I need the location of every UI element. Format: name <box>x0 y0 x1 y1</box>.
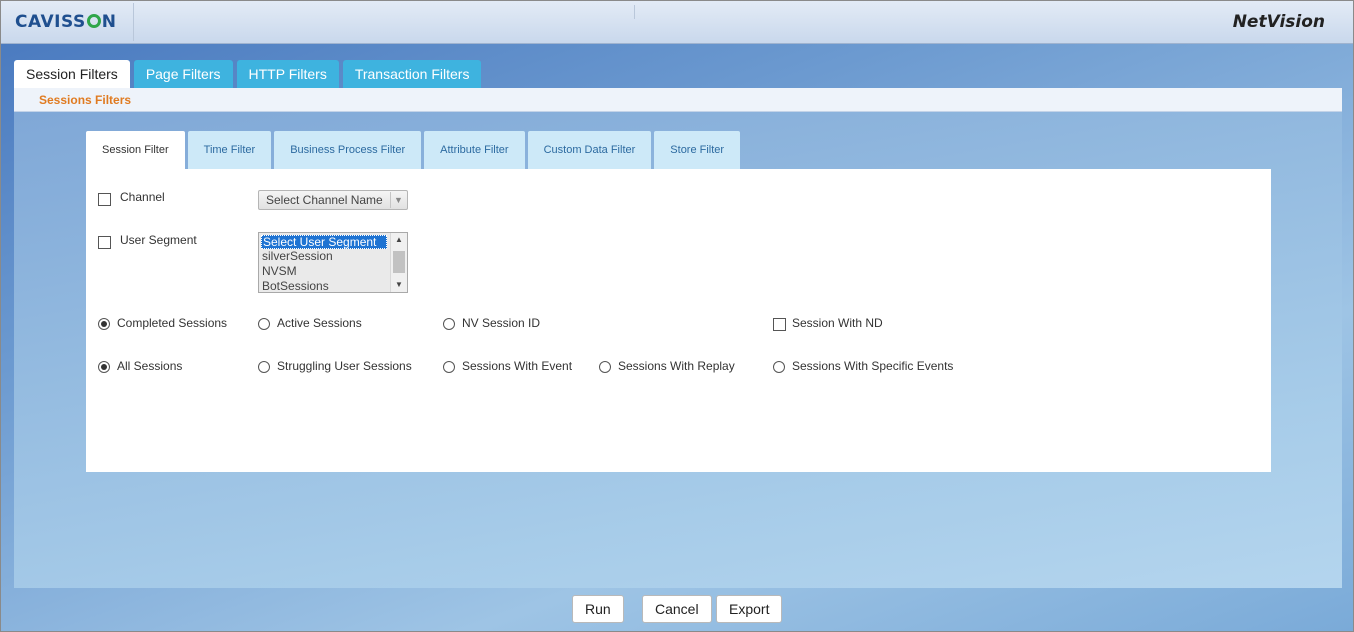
completed-sessions-radio[interactable] <box>98 318 110 330</box>
header-divider <box>634 5 635 19</box>
sessions-with-specific-events-label: Sessions With Specific Events <box>792 359 954 373</box>
session-with-nd-label: Session With ND <box>792 316 883 330</box>
session-filter-panel: Channel Select Channel Name ▼ User Segme… <box>86 169 1271 472</box>
struggling-user-sessions-label: Struggling User Sessions <box>277 359 412 373</box>
sessions-with-replay-radio[interactable] <box>599 361 611 373</box>
active-sessions-label: Active Sessions <box>277 316 362 330</box>
user-segment-checkbox[interactable] <box>98 236 111 249</box>
section-header: Sessions Filters <box>14 88 1342 112</box>
sessions-with-event-radio[interactable] <box>443 361 455 373</box>
chevron-up-icon[interactable]: ▲ <box>391 233 407 247</box>
cancel-button[interactable]: Cancel <box>642 595 712 623</box>
tab-business-process-filter[interactable]: Business Process Filter <box>274 131 422 169</box>
chevron-down-icon[interactable]: ▼ <box>391 278 407 292</box>
all-sessions-radio[interactable] <box>98 361 110 373</box>
sessions-with-specific-events-radio[interactable] <box>773 361 785 373</box>
filters-content: Sessions Filters Session Filter Time Fil… <box>14 88 1342 588</box>
main-tab-bar: Session Filters Page Filters HTTP Filter… <box>14 60 482 88</box>
run-button[interactable]: Run <box>572 595 624 623</box>
app-window: CAVISS N NetVision Session Filters Page F… <box>0 0 1354 632</box>
nv-session-id-radio[interactable] <box>443 318 455 330</box>
tab-time-filter[interactable]: Time Filter <box>187 131 272 169</box>
scrollbar-thumb[interactable] <box>393 251 405 273</box>
tab-page-filters[interactable]: Page Filters <box>133 60 233 88</box>
tab-custom-data-filter[interactable]: Custom Data Filter <box>527 131 652 169</box>
all-sessions-label: All Sessions <box>117 359 183 373</box>
section-title: Sessions Filters <box>39 93 132 107</box>
header-divider <box>133 3 134 41</box>
netvision-brand: NetVision <box>1232 12 1325 32</box>
completed-sessions-label: Completed Sessions <box>117 316 228 330</box>
tab-transaction-filters[interactable]: Transaction Filters <box>342 60 482 88</box>
tab-session-filters[interactable]: Session Filters <box>14 60 130 88</box>
active-sessions-radio[interactable] <box>258 318 270 330</box>
user-segment-listbox[interactable]: Select User Segment silverSession NVSM B… <box>258 232 408 293</box>
session-with-nd-checkbox[interactable] <box>773 318 786 331</box>
cavisson-logo: CAVISS N <box>15 12 117 32</box>
tab-attribute-filter[interactable]: Attribute Filter <box>424 131 525 169</box>
channel-select-value: Select Channel Name <box>266 193 383 207</box>
channel-label: Channel <box>120 190 165 204</box>
list-item[interactable]: BotSessions <box>259 279 388 292</box>
chevron-down-icon[interactable]: ▼ <box>390 192 406 208</box>
listbox-scrollbar[interactable]: ▲ ▼ <box>390 233 407 292</box>
nv-session-id-label: NV Session ID <box>462 316 541 330</box>
tab-store-filter[interactable]: Store Filter <box>654 131 741 169</box>
sessions-with-replay-label: Sessions With Replay <box>618 359 735 373</box>
list-item[interactable]: Select User Segment <box>261 235 387 249</box>
app-header: CAVISS N NetVision <box>1 1 1353 44</box>
tab-session-filter[interactable]: Session Filter <box>86 131 185 169</box>
channel-checkbox[interactable] <box>98 193 111 206</box>
list-item[interactable]: silverSession <box>259 249 388 264</box>
channel-select[interactable]: Select Channel Name ▼ <box>258 190 408 210</box>
tab-http-filters[interactable]: HTTP Filters <box>236 60 339 88</box>
export-button[interactable]: Export <box>716 595 783 623</box>
user-segment-label: User Segment <box>120 233 197 247</box>
logo-o-icon <box>86 14 101 28</box>
sessions-with-event-label: Sessions With Event <box>462 359 573 373</box>
inner-tab-bar: Session Filter Time Filter Business Proc… <box>86 131 741 169</box>
struggling-user-sessions-radio[interactable] <box>258 361 270 373</box>
list-item[interactable]: NVSM <box>259 264 388 279</box>
